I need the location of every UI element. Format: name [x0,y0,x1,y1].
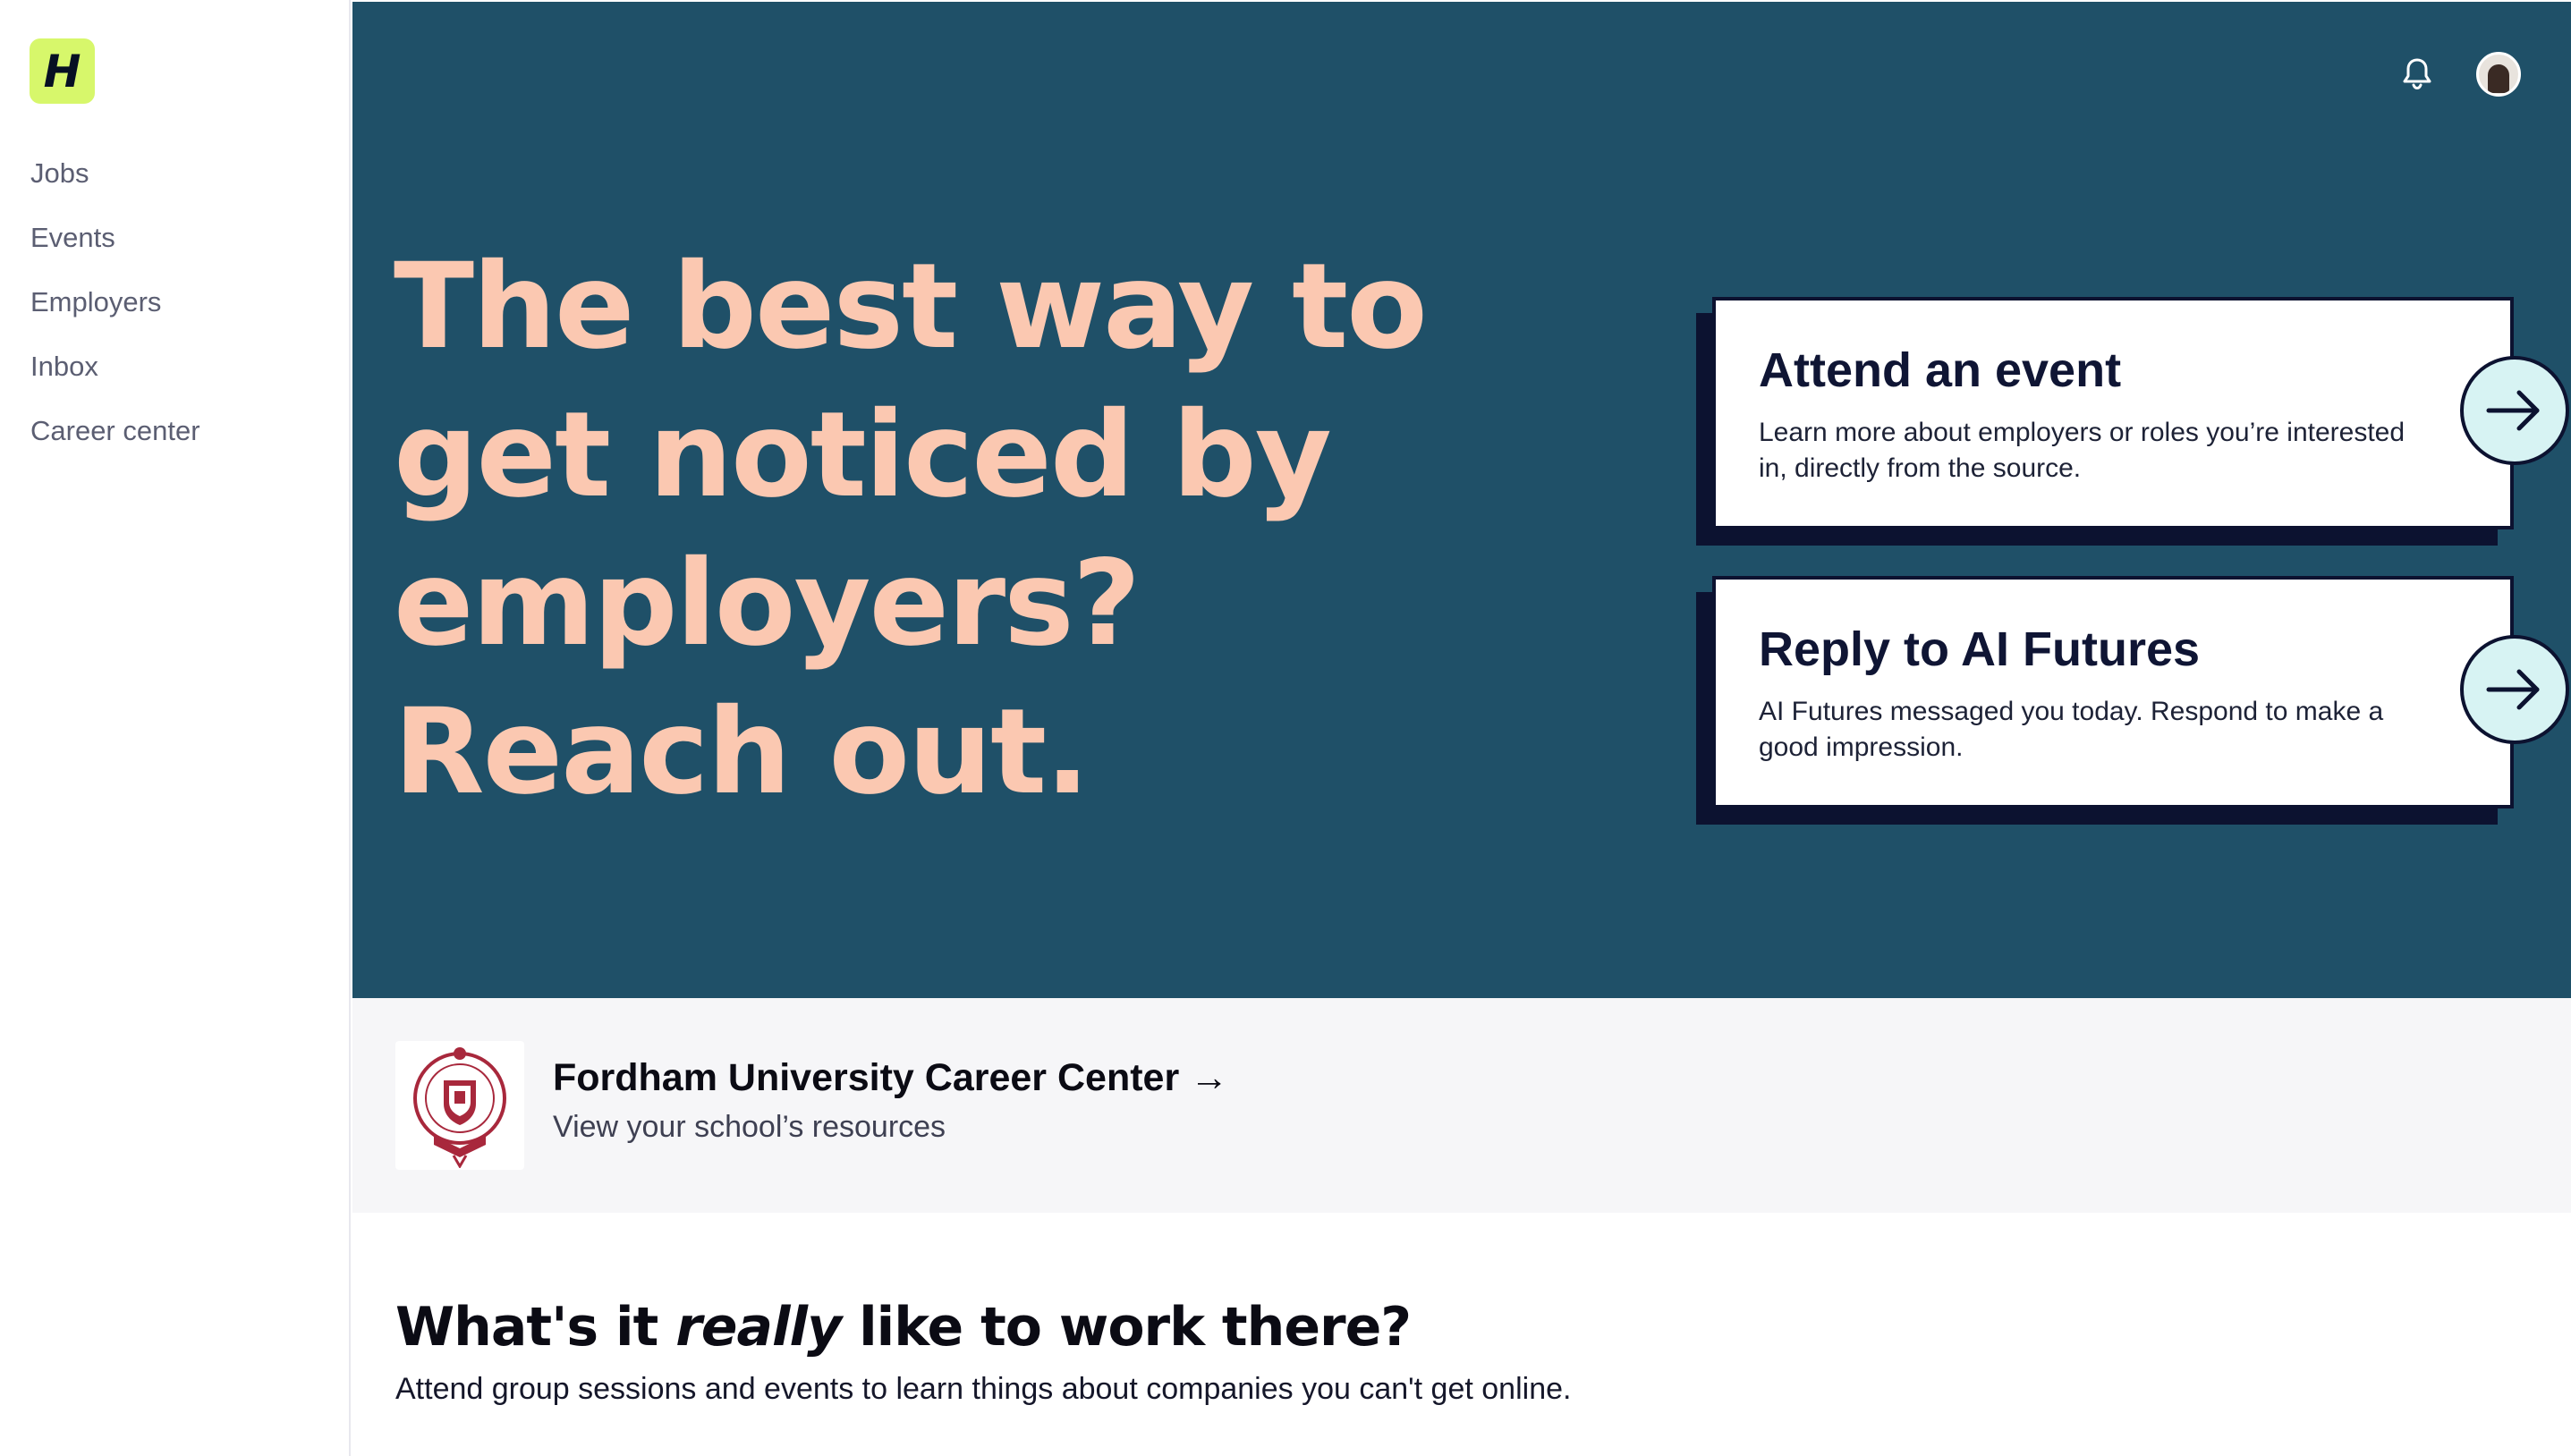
headline-line: employers? [394,535,1141,673]
reply-arrow-button[interactable] [2460,635,2569,744]
attend-event-arrow-button[interactable] [2460,356,2569,465]
header-actions [2397,52,2521,97]
attend-event-card[interactable]: Attend an event Learn more about employe… [1696,297,2569,546]
sidebar-item-jobs[interactable]: Jobs [30,154,200,218]
card-body: Attend an event Learn more about employe… [1712,297,2514,529]
card-title: Reply to AI Futures [1759,622,2201,676]
headline-line: get noticed by [394,386,1332,524]
card-description: AI Futures messaged you today. Respond t… [1759,697,2384,762]
user-avatar[interactable] [2476,52,2521,97]
arrow-right-icon [2486,390,2540,431]
headline-line: The best way to [394,238,1428,376]
fordham-seal-logo [395,1041,524,1170]
avatar-photo [2488,64,2509,93]
school-career-center-banner: Fordham University Career Center → View … [352,998,2571,1213]
handshake-logo[interactable]: H [30,38,95,104]
sidebar-item-inbox[interactable]: Inbox [30,347,200,411]
card-description: Learn more about employers or roles you’… [1759,418,2406,483]
sidebar-item-employers[interactable]: Employers [30,283,200,347]
sidebar-item-events[interactable]: Events [30,218,200,283]
sidebar: H Jobs Events Employers Inbox Career cen… [0,0,351,1456]
logo-letter: H [43,45,81,97]
section-title-emphasis: really [675,1296,842,1359]
arrow-right-icon [2486,669,2540,710]
reply-ai-futures-card[interactable]: Reply to AI Futures AI Futures messaged … [1696,576,2569,825]
section-title-end: like to work there? [841,1296,1412,1359]
hero-headline: The best way to get noticed by employers… [394,233,1664,826]
career-center-subtitle: View your school’s resources [553,1110,946,1144]
card-body: Reply to AI Futures AI Futures messaged … [1712,576,2514,808]
headline-line: Reach out. [394,683,1090,821]
hero-banner: The best way to get noticed by employers… [352,2,2571,998]
career-center-link[interactable]: Fordham University Career Center → View … [553,1054,1228,1148]
work-there-section: What's it really like to work there? Att… [395,1295,2524,1409]
sidebar-nav: Jobs Events Employers Inbox Career cente… [30,154,200,476]
action-cards: Attend an event Learn more about employe… [1696,297,2571,855]
section-subtitle: Attend group sessions and events to lear… [395,1372,1572,1406]
card-title: Attend an event [1759,343,2122,397]
section-title-start: What's it [395,1296,676,1359]
career-center-title: Fordham University Career Center → [553,1056,1229,1099]
bell-icon[interactable] [2397,55,2437,94]
section-title: What's it really like to work there? [395,1295,2524,1359]
sidebar-item-career-center[interactable]: Career center [30,411,200,476]
